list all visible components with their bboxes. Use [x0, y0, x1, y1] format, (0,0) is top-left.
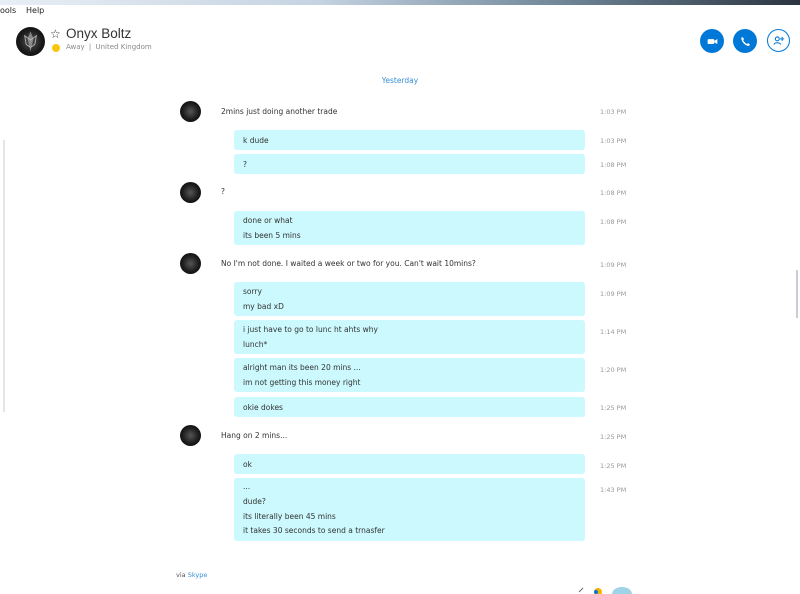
- message-text: it takes 30 seconds to send a trnasfer: [243, 526, 385, 535]
- message-text: its literally been 45 mins: [243, 512, 336, 521]
- avatar-image: [24, 31, 37, 52]
- contact-avatar[interactable]: [16, 27, 45, 56]
- message-bubble[interactable]: okie dokes: [234, 397, 585, 417]
- message-time: 1:14 PM: [600, 328, 627, 336]
- sender-avatar[interactable]: [180, 425, 201, 446]
- message-text: sorry: [243, 287, 262, 296]
- message-bubble[interactable]: ok: [234, 454, 585, 474]
- status-label: Away: [66, 43, 85, 51]
- message-text: ...: [243, 482, 251, 491]
- message-time: 1:03 PM: [600, 137, 627, 145]
- favorite-star-icon[interactable]: ☆: [50, 27, 61, 41]
- sender-avatar[interactable]: [180, 182, 201, 203]
- date-separator: Yesterday: [381, 76, 419, 85]
- message-text: 2mins just doing another trade: [221, 107, 338, 116]
- window-edge: [3, 140, 5, 412]
- contact-status-line: Away | United Kingdom: [66, 43, 152, 51]
- message-time: 1:08 PM: [600, 218, 627, 226]
- message-text: my bad xD: [243, 302, 284, 311]
- sender-avatar[interactable]: [180, 101, 201, 122]
- message-text: done or what: [243, 216, 293, 225]
- add-people-button[interactable]: [767, 29, 790, 52]
- message-text: ?: [221, 187, 225, 196]
- message-bubble[interactable]: ... dude? its literally been 45 mins it …: [234, 478, 585, 541]
- message-text: okie dokes: [243, 403, 283, 412]
- message-text: i just have to go to lunc ht ahts why: [243, 325, 378, 334]
- skype-link[interactable]: Skype: [188, 571, 208, 579]
- phone-icon: [740, 36, 750, 46]
- message-time: 1:08 PM: [600, 161, 627, 169]
- contact-location: United Kingdom: [95, 43, 152, 51]
- message-text: lunch*: [243, 340, 268, 349]
- composer-toolbar: [573, 586, 633, 594]
- message-text: Hang on 2 mins...: [221, 431, 288, 440]
- message-bubble[interactable]: alright man its been 20 mins ... im not …: [234, 358, 585, 392]
- message-time: 1:09 PM: [600, 261, 627, 269]
- message-time: 1:25 PM: [600, 404, 627, 412]
- menu-help[interactable]: Help: [26, 5, 44, 17]
- message-time: 1:25 PM: [600, 462, 627, 470]
- away-status-icon: [52, 44, 60, 52]
- menu-bar: ools Help: [0, 5, 800, 17]
- message-text: im not getting this money right: [243, 378, 361, 387]
- message-bubble[interactable]: sorry my bad xD: [234, 282, 585, 316]
- message-text: k dude: [243, 136, 269, 145]
- status-separator: |: [88, 43, 92, 51]
- emoticon-icon[interactable]: [593, 586, 603, 594]
- send-button-icon[interactable]: [611, 586, 633, 594]
- audio-call-button[interactable]: [733, 29, 757, 53]
- message-text: ok: [243, 460, 252, 469]
- video-camera-icon: [707, 38, 717, 44]
- message-bubble[interactable]: ?: [234, 154, 585, 174]
- message-text: alright man its been 20 mins ...: [243, 363, 361, 372]
- message-text: ?: [243, 160, 247, 169]
- add-person-icon: [773, 36, 785, 45]
- video-call-button[interactable]: [700, 29, 724, 53]
- sender-avatar[interactable]: [180, 253, 201, 274]
- message-text: dude?: [243, 497, 266, 506]
- message-text: its been 5 mins: [243, 231, 301, 240]
- message-bubble[interactable]: done or what its been 5 mins: [234, 211, 585, 245]
- menu-tools[interactable]: ools: [0, 5, 16, 17]
- via-text: via: [176, 571, 186, 579]
- contact-name: Onyx Boltz: [66, 26, 132, 41]
- message-time: 1:08 PM: [600, 189, 627, 197]
- message-time: 1:43 PM: [600, 486, 627, 494]
- message-time: 1:09 PM: [600, 290, 627, 298]
- message-text: No I'm not done. I waited a week or two …: [221, 259, 476, 268]
- message-bubble[interactable]: k dude: [234, 130, 585, 150]
- message-time: 1:03 PM: [600, 108, 627, 116]
- scrollbar[interactable]: [796, 270, 798, 318]
- attach-icon[interactable]: [577, 586, 585, 594]
- via-label: via Skype: [176, 571, 207, 579]
- message-bubble[interactable]: i just have to go to lunc ht ahts why lu…: [234, 320, 585, 354]
- message-time: 1:20 PM: [600, 366, 627, 374]
- message-time: 1:25 PM: [600, 433, 627, 441]
